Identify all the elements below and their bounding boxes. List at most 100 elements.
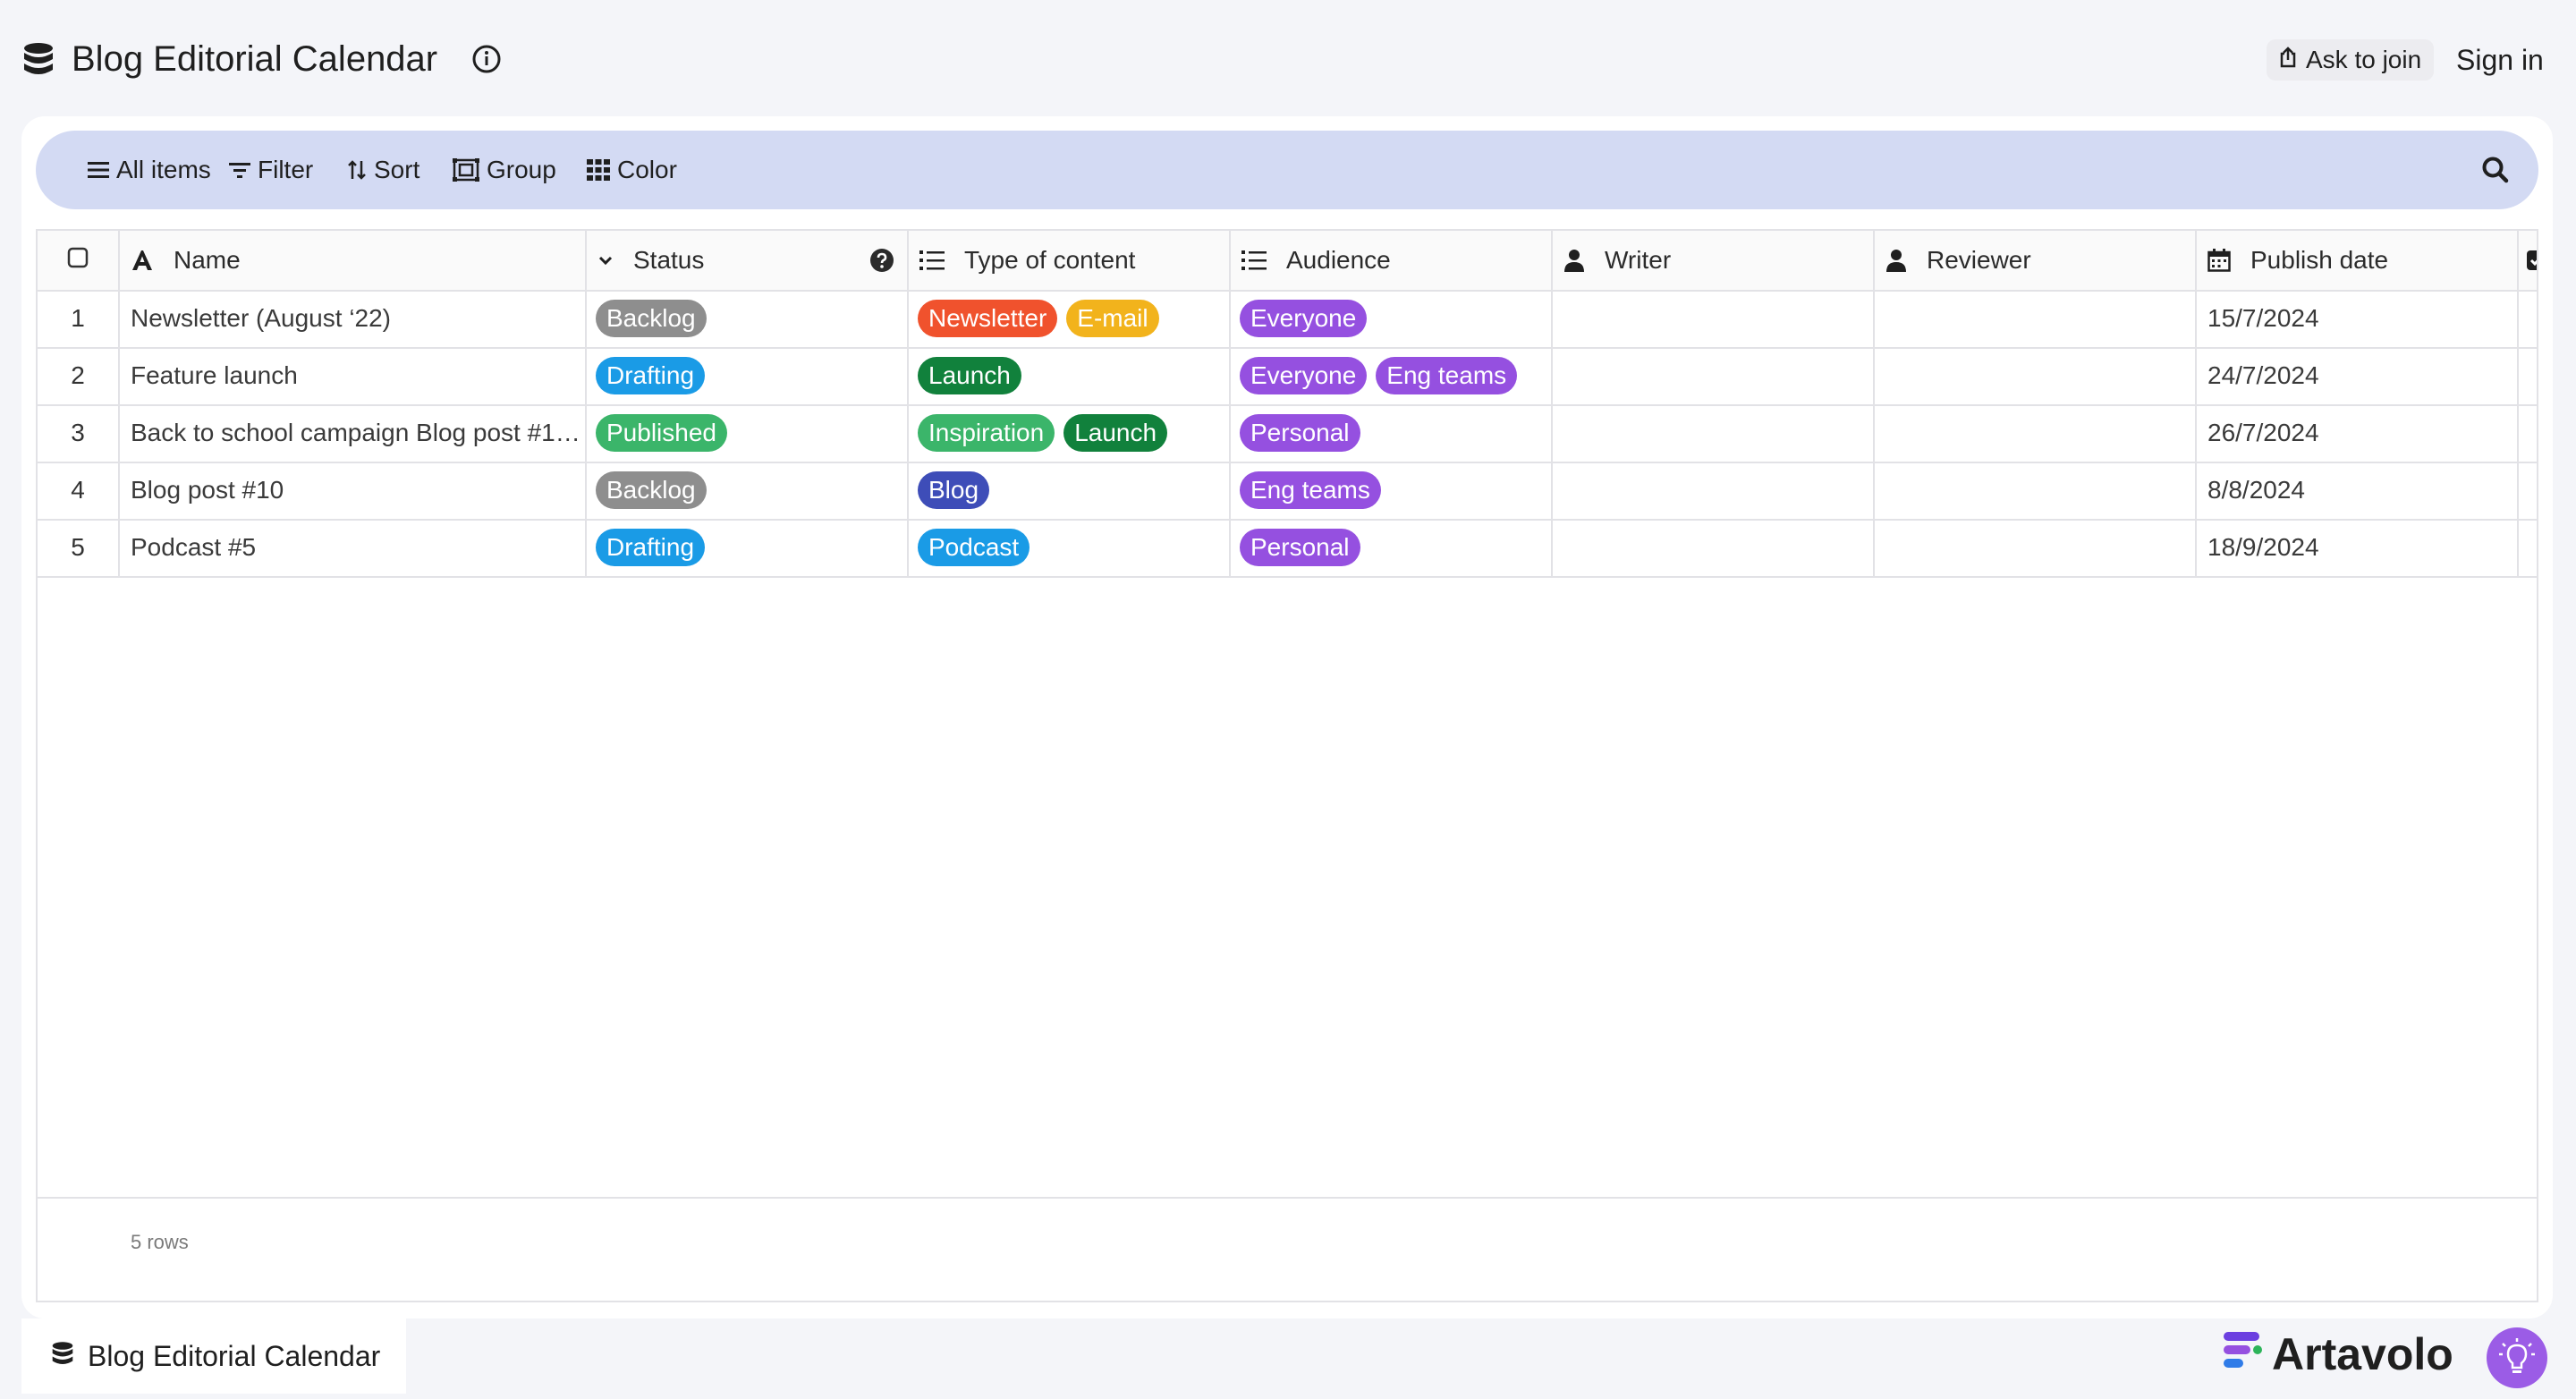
publish-date-cell[interactable]: 24/7/2024 [2197,347,2519,404]
publish-date-cell[interactable]: 26/7/2024 [2197,404,2519,462]
name-cell[interactable]: Podcast #5 [120,519,587,576]
tag-badge: Blog [918,471,990,509]
column-label-reviewer: Reviewer [1927,246,2031,274]
writer-cell[interactable] [1553,404,1875,462]
filter-button[interactable]: Filter [229,131,313,209]
checkbox-field-cell[interactable] [2519,404,2537,462]
grid-icon [587,159,610,181]
name-cell[interactable]: Newsletter (August ‘22) [120,290,587,347]
row-number[interactable]: 5 [38,519,120,576]
audience-cell[interactable]: Everyone [1231,290,1553,347]
table-row[interactable]: 1 Newsletter (August ‘22) Backlog Newslette… [38,290,2537,349]
table-row[interactable]: 2 Feature launch Drafting Launch Everyone Eng… [38,347,2537,406]
publish-date-cell[interactable]: 8/8/2024 [2197,462,2519,519]
publish-date-cell[interactable]: 15/7/2024 [2197,290,2519,347]
top-bar: Blog Editorial Calendar Ask to join Sign… [0,0,2576,116]
help-icon[interactable] [869,248,894,273]
row-number[interactable]: 4 [38,462,120,519]
type-cell[interactable]: Inspiration Launch [909,404,1231,462]
reviewer-cell[interactable] [1875,462,2197,519]
writer-cell[interactable] [1553,347,1875,404]
tag-badge: Launch [918,357,1021,394]
name-cell-text: Podcast #5 [131,533,257,561]
column-header-checkbox-field[interactable] [2519,231,2537,290]
color-button[interactable]: Color [587,131,677,209]
publish-date-cell-text: 15/7/2024 [2207,304,2319,332]
table-row[interactable]: 3 Back to school campaign Blog post #1… Pu… [38,404,2537,463]
status-cell[interactable]: Published [587,404,909,462]
column-label-writer: Writer [1605,246,1672,274]
reviewer-cell[interactable] [1875,347,2197,404]
audience-cell[interactable]: Eng teams [1231,462,1553,519]
writer-cell[interactable] [1553,519,1875,576]
color-label: Color [617,156,677,183]
row-number-text: 5 [71,533,85,561]
filter-icon [229,160,250,180]
row-number[interactable]: 1 [38,290,120,347]
type-cell[interactable]: Launch [909,347,1231,404]
name-cell-text: Back to school campaign Blog post #1… [131,419,580,446]
name-cell[interactable]: Feature launch [120,347,587,404]
checkbox-field-cell[interactable] [2519,462,2537,519]
sign-in-link[interactable]: Sign in [2456,39,2544,81]
publish-date-cell-text: 26/7/2024 [2207,419,2319,446]
select-all-checkbox[interactable] [67,246,89,275]
type-cell[interactable]: Blog [909,462,1231,519]
ask-to-join-button[interactable]: Ask to join [2267,39,2435,81]
group-label: Group [487,156,556,183]
status-cell[interactable]: Backlog [587,462,909,519]
column-header-type[interactable]: Type of content [909,231,1231,290]
reviewer-cell[interactable] [1875,519,2197,576]
publish-date-cell[interactable]: 18/9/2024 [2197,519,2519,576]
all-items-button[interactable]: All items [88,131,211,209]
table-tab[interactable]: Blog Editorial Calendar [21,1318,406,1394]
table-tab-label: Blog Editorial Calendar [88,1339,381,1372]
column-header-writer[interactable]: Writer [1553,231,1875,290]
lightbulb-icon[interactable] [2487,1327,2547,1388]
tag-badge: E-mail [1066,300,1159,337]
checkbox-field-cell[interactable] [2519,290,2537,347]
grid-header: Name Status Type of content Audience Wri… [38,231,2537,292]
table-row[interactable]: 4 Blog post #10 Backlog Blog Eng teams 8/8/20… [38,462,2537,521]
reviewer-cell[interactable] [1875,404,2197,462]
group-button[interactable]: Group [453,131,556,209]
row-number[interactable]: 2 [38,347,120,404]
status-cell[interactable]: Drafting [587,519,909,576]
column-label-audience: Audience [1286,246,1391,274]
audience-cell[interactable]: Everyone Eng teams [1231,347,1553,404]
sort-button[interactable]: Sort [347,131,419,209]
name-cell[interactable]: Back to school campaign Blog post #1… [120,404,587,462]
row-number-text: 4 [71,476,85,504]
group-icon [453,158,479,182]
audience-cell[interactable]: Personal [1231,404,1553,462]
column-header-publish-date[interactable]: Publish date [2197,231,2519,290]
all-items-label: All items [116,156,211,183]
status-cell[interactable]: Backlog [587,290,909,347]
search-icon[interactable] [2481,156,2510,189]
checkbox-field-cell[interactable] [2519,347,2537,404]
row-number[interactable]: 3 [38,404,120,462]
reviewer-cell[interactable] [1875,290,2197,347]
publish-date-cell-text: 18/9/2024 [2207,533,2319,561]
name-cell[interactable]: Blog post #10 [120,462,587,519]
type-cell[interactable]: Newsletter E-mail [909,290,1231,347]
brand-logo[interactable]: Artavolo [2224,1327,2453,1381]
tag-badge: Drafting [596,357,706,394]
column-header-name[interactable]: Name [120,231,587,290]
column-header-audience[interactable]: Audience [1231,231,1553,290]
column-header-reviewer[interactable]: Reviewer [1875,231,2197,290]
table-row[interactable]: 5 Podcast #5 Drafting Podcast Personal 18/9/2… [38,519,2537,578]
status-cell[interactable]: Drafting [587,347,909,404]
writer-cell[interactable] [1553,462,1875,519]
type-cell[interactable]: Podcast [909,519,1231,576]
column-header-status[interactable]: Status [587,231,909,290]
artavolo-logo-icon [2224,1328,2265,1380]
info-icon[interactable] [471,44,502,74]
audience-cell[interactable]: Personal [1231,519,1553,576]
writer-cell[interactable] [1553,290,1875,347]
tag-badge: Podcast [918,529,1030,566]
list-icon [1241,249,1267,272]
checkbox-field-cell[interactable] [2519,519,2537,576]
menu-icon [88,160,109,180]
calendar-icon [2207,249,2231,272]
